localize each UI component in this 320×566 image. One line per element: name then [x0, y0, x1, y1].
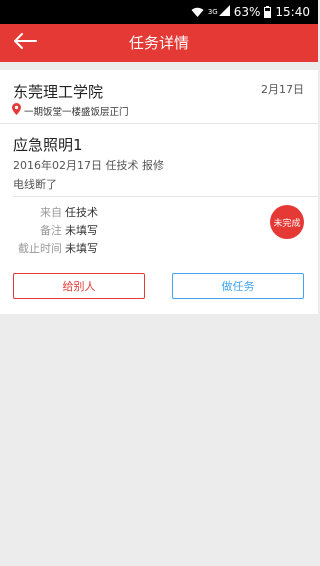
detail-label: 来自: [40, 206, 62, 219]
signal-icon: [218, 5, 230, 19]
location-text: 一期饭堂一楼盛饭层正门: [24, 106, 129, 118]
detail-row-from: 来自 任技术: [0, 204, 200, 220]
wifi-icon: [191, 7, 204, 18]
app-bar: 任务详情: [0, 24, 318, 62]
task-meta: 2016年02月17日 任技术 报修: [13, 159, 164, 172]
detail-row-remark: 备注 未填写: [0, 222, 200, 238]
divider: [0, 123, 318, 124]
battery-icon: [264, 6, 272, 18]
detail-label: 截止时间: [18, 242, 62, 255]
network-indicator: 3G: [208, 5, 230, 19]
page-title: 任务详情: [128, 34, 189, 52]
task-date: 2月17日: [261, 83, 304, 96]
status-badge: 未完成: [270, 205, 304, 239]
location-pin-icon: [12, 103, 24, 118]
detail-value: 未填写: [65, 224, 98, 237]
task-title: 应急照明1: [13, 136, 83, 154]
detail-row-deadline: 截止时间 未填写: [0, 240, 200, 256]
battery-percent: 63%: [233, 5, 261, 19]
task-description: 电线断了: [13, 178, 57, 191]
detail-value: 未填写: [65, 242, 98, 255]
divider: [13, 196, 318, 197]
detail-value: 任技术: [65, 206, 98, 219]
org-name: 东莞理工学院: [13, 83, 104, 101]
task-detail-card: 东莞理工学院 2月17日 一期饭堂一楼盛饭层正门 应急照明1 2016年02月1…: [0, 70, 318, 314]
network-type: 3G: [207, 8, 218, 16]
detail-label: 备注: [40, 224, 62, 237]
clock: 15:40: [275, 5, 310, 19]
location: 一期饭堂一楼盛饭层正门: [12, 103, 129, 118]
assign-to-others-button[interactable]: 给别人: [13, 273, 145, 299]
status-bar: 3G 63% 15:40: [0, 0, 318, 24]
do-task-button[interactable]: 做任务: [172, 273, 304, 299]
